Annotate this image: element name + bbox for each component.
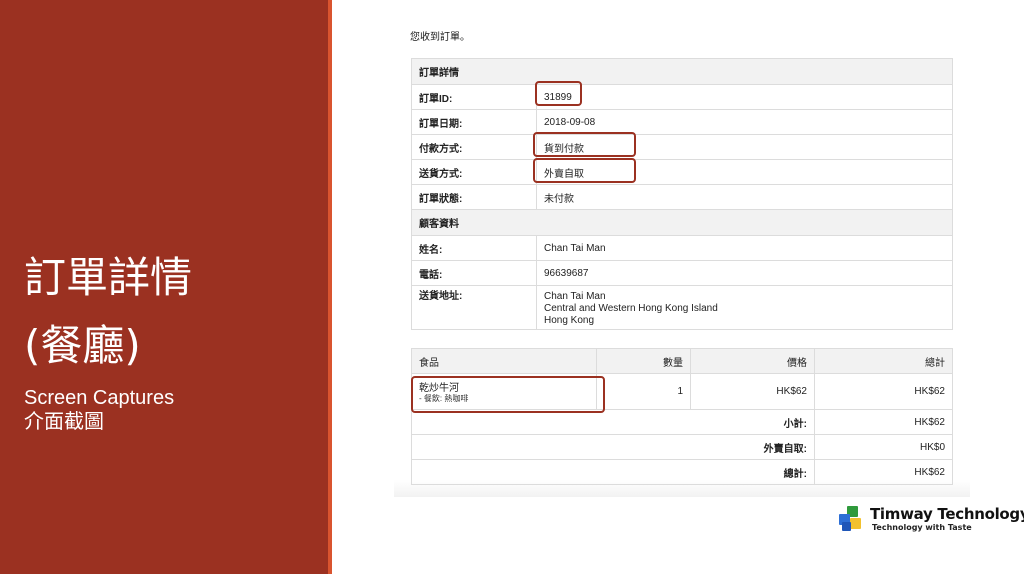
slide-title-line2: (餐廳) — [24, 321, 141, 370]
logo-tagline: Technology with Taste — [872, 523, 972, 532]
payment-method-value: 貨到付款 — [536, 134, 953, 160]
order-details-table: 訂單詳情 訂單ID: 31899 訂單日期: 2018-09-08 付款方式: … — [411, 58, 953, 330]
order-id-label: 訂單ID: — [411, 84, 537, 110]
order-status-value: 未付款 — [536, 184, 953, 210]
delivery-method-value: 外賣自取 — [536, 159, 953, 185]
grand-total-label: 總計: — [411, 459, 815, 485]
grand-total-value: HK$62 — [814, 459, 953, 485]
table-row: 外賣自取: HK$0 — [411, 434, 953, 460]
slide-subtitle-line1: Screen Captures — [24, 387, 175, 409]
customer-section-heading: 顧客資料 — [411, 209, 953, 236]
address-line: Central and Western Hong Kong Island — [544, 303, 718, 314]
order-items-table: 食品 數量 價格 總計 乾炒牛河 - 餐飲: 熱咖啡 1 HK$62 HK$62… — [411, 348, 953, 485]
table-row: 小計: HK$62 — [411, 409, 953, 435]
payment-method-label: 付款方式: — [411, 134, 537, 160]
shipping-label: 外賣自取: — [411, 434, 815, 460]
logo-name: Timway Technology — [870, 505, 1024, 523]
table-row: 姓名: Chan Tai Man — [411, 235, 953, 261]
shipping-value: HK$0 — [814, 434, 953, 460]
timway-logo: Timway Technology Technology with Taste — [838, 505, 1024, 535]
table-row: 送貨方式: 外賣自取 — [411, 159, 953, 185]
table-row: 電話: 96639687 — [411, 260, 953, 286]
item-meta: - 餐飲: 熱咖啡 — [419, 394, 469, 403]
delivery-method-label: 送貨方式: — [411, 159, 537, 185]
slide-title: 訂單詳情 (餐廳) — [24, 244, 314, 380]
header-total: 總計 — [814, 348, 953, 374]
slide-title-line1: 訂單詳情 — [24, 253, 193, 302]
order-date-value: 2018-09-08 — [536, 109, 953, 135]
table-row: 付款方式: 貨到付款 — [411, 134, 953, 160]
order-section-header: 訂單詳情 — [411, 58, 953, 85]
address-label: 送貨地址: — [411, 285, 537, 330]
table-row: 總計: HK$62 — [411, 459, 953, 485]
header-qty: 數量 — [596, 348, 691, 374]
item-cell: 乾炒牛河 - 餐飲: 熱咖啡 — [411, 373, 597, 410]
email-intro: 您收到訂單。 — [410, 32, 470, 43]
order-date-label: 訂單日期: — [411, 109, 537, 135]
customer-phone-value: 96639687 — [536, 260, 953, 286]
item-price: HK$62 — [690, 373, 815, 410]
table-row: 乾炒牛河 - 餐飲: 熱咖啡 1 HK$62 HK$62 — [411, 373, 953, 410]
slide-subtitle: Screen Captures 介面截圖 — [24, 386, 314, 434]
slide-subtitle-line2: 介面截圖 — [24, 411, 104, 433]
subtotal-label: 小計: — [411, 409, 815, 435]
items-header-row: 食品 數量 價格 總計 — [411, 348, 953, 374]
address-value: Chan Tai Man Central and Western Hong Ko… — [536, 285, 953, 330]
customer-name-label: 姓名: — [411, 235, 537, 261]
item-name: 乾炒牛河 — [419, 383, 459, 394]
order-id-value: 31899 — [536, 84, 953, 110]
item-total: HK$62 — [814, 373, 953, 410]
table-row: 訂單日期: 2018-09-08 — [411, 109, 953, 135]
address-line: Chan Tai Man — [544, 291, 606, 302]
customer-phone-label: 電話: — [411, 260, 537, 286]
header-item: 食品 — [411, 348, 597, 374]
order-status-label: 訂單狀態: — [411, 184, 537, 210]
order-section-heading: 訂單詳情 — [411, 58, 953, 85]
table-row: 送貨地址: Chan Tai Man Central and Western H… — [411, 285, 953, 330]
customer-section-header: 顧客資料 — [411, 209, 953, 236]
panel-stripe — [328, 0, 332, 574]
item-qty: 1 — [596, 373, 691, 410]
subtotal-value: HK$62 — [814, 409, 953, 435]
address-line: Hong Kong — [544, 315, 595, 326]
table-row: 訂單ID: 31899 — [411, 84, 953, 110]
customer-name-value: Chan Tai Man — [536, 235, 953, 261]
header-price: 價格 — [690, 348, 815, 374]
table-row: 訂單狀態: 未付款 — [411, 184, 953, 210]
colored-cubes-icon — [839, 506, 861, 531]
